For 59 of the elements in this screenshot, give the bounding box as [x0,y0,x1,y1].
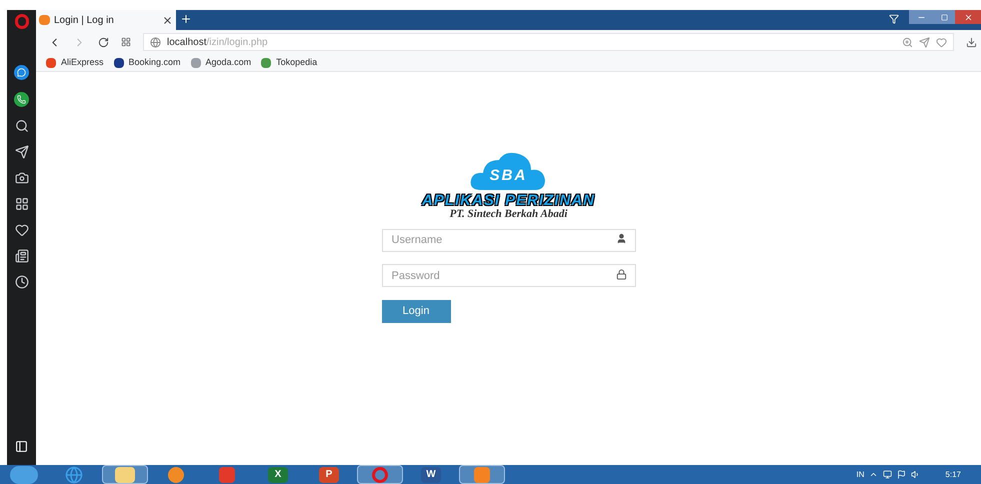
document-icon: X [268,466,288,482]
news-icon[interactable] [14,249,28,263]
globe-icon [150,36,161,48]
language-indicator[interactable]: IN [856,468,864,480]
lock-icon [616,268,626,280]
app-icon [219,466,235,482]
new-tab-icon[interactable] [180,13,192,25]
app-title: APLIKASI PERIZINAN [422,193,595,208]
taskbar-app[interactable] [357,465,403,484]
send-icon[interactable] [14,145,28,159]
password-field[interactable]: Password [382,264,636,287]
company-name: PT. Sintech Berkah Abadi [450,209,568,220]
taskbar-app[interactable] [102,465,148,484]
logo-letters: SBA [490,168,528,183]
camera-icon[interactable] [14,171,28,185]
taskbar-app[interactable]: X [255,465,301,484]
reload-icon[interactable] [98,36,109,48]
clock-icon[interactable] [14,275,28,289]
clock-time[interactable]: 5:17 [945,468,961,480]
ring-icon [372,466,388,482]
tab-favicon-icon [39,15,50,25]
user-icon [616,233,626,244]
taskbar-app[interactable]: P [306,465,352,484]
folder-icon [115,466,135,482]
taskbar-app[interactable]: W [408,465,454,484]
messenger-icon[interactable] [14,65,29,80]
url-text: localhost/izin/login.php [167,36,268,50]
bookmark-link[interactable]: Tokopedia [276,56,318,70]
heart-icon[interactable] [14,223,28,237]
close-icon[interactable] [162,14,173,26]
start-button[interactable] [10,466,38,484]
browser-tab[interactable]: Login | Log in [36,10,176,30]
chevron-up-icon[interactable] [869,470,878,479]
search-icon[interactable] [14,119,28,133]
bookmark-link[interactable]: Agoda.com [206,56,252,70]
download-icon[interactable] [966,36,977,48]
address-bar[interactable]: localhost/izin/login.php [143,33,954,51]
grid-icon[interactable] [121,37,131,47]
app-icon [474,466,490,482]
maximize-icon [940,14,948,20]
flag-icon[interactable] [897,470,906,479]
document-icon: W [421,466,441,482]
play-icon [168,466,184,482]
whatsapp-icon[interactable] [14,92,29,107]
globe-icon [65,466,83,484]
panel-icon[interactable] [15,440,28,453]
grid-icon[interactable] [14,197,28,211]
speaker-icon[interactable] [911,470,920,479]
bookmark-link[interactable]: Booking.com [128,56,181,70]
close-icon [964,12,972,22]
bookmark-link[interactable]: AliExpress [61,56,104,70]
zoom-icon[interactable] [902,36,913,48]
monitor-icon[interactable] [883,470,892,479]
tab-title: Login | Log in [54,14,115,28]
login-button[interactable]: Login [382,300,450,323]
document-icon: P [319,466,339,482]
maximize-button[interactable] [933,10,955,24]
opera-icon[interactable] [14,14,28,29]
username-field[interactable]: Username [382,228,636,252]
